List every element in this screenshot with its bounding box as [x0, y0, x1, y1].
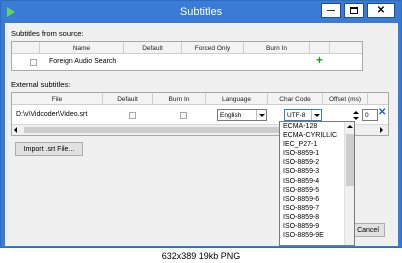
- charcode-select[interactable]: UTF-8: [284, 109, 322, 121]
- chevron-down-icon: [313, 113, 320, 117]
- source-subtitles-table: Name Default Forced Only Burn In Foreign…: [11, 41, 363, 71]
- charcode-option[interactable]: ISO-8859-9: [280, 222, 354, 231]
- remove-subtitle-icon[interactable]: ✕: [378, 107, 386, 118]
- language-select[interactable]: English: [217, 109, 267, 121]
- source-header-burnin[interactable]: Burn In: [244, 42, 310, 54]
- charcode-select-value: UTF-8: [287, 111, 306, 119]
- close-button[interactable]: ✕: [367, 3, 395, 18]
- charcode-option[interactable]: ISO-8859-6: [280, 195, 354, 204]
- close-icon: ✕: [376, 5, 386, 16]
- source-header-forced[interactable]: Forced Only: [182, 42, 244, 54]
- external-burnin-checkbox[interactable]: [180, 112, 187, 119]
- charcode-option[interactable]: ISO-8859-7: [280, 204, 354, 213]
- charcode-option[interactable]: ECMA-128: [280, 122, 354, 131]
- charcode-options: ECMA-128 ECMA-CYRILLIC IEC_P27-1 ISO-8859-1…: [280, 122, 354, 240]
- charcode-option[interactable]: ISO-8859-4: [280, 177, 354, 186]
- external-row-file: D:\v\Vidcoder\Video.srt: [16, 111, 88, 118]
- language-dropdown-arrow[interactable]: [256, 110, 266, 120]
- minimize-button[interactable]: —: [321, 3, 341, 18]
- external-header-end: [368, 93, 388, 105]
- external-header-burnin[interactable]: Burn In: [153, 93, 206, 105]
- source-table-header: Name Default Forced Only Burn In: [12, 42, 362, 54]
- charcode-option[interactable]: ISO-8859-3: [280, 167, 354, 176]
- spin-down-icon[interactable]: [353, 116, 359, 120]
- external-header-offset[interactable]: Offset (ms): [323, 93, 368, 105]
- cancel-button[interactable]: Cancel: [351, 223, 385, 237]
- charcode-dropdown-list[interactable]: ECMA-128 ECMA-CYRILLIC IEC_P27-1 ISO-8859-1…: [279, 121, 355, 246]
- scroll-left-icon[interactable]: [14, 127, 17, 133]
- title-bar[interactable]: Subtitles — ✕: [1, 1, 401, 23]
- external-header-charcode[interactable]: Char Code: [268, 93, 323, 105]
- import-srt-button[interactable]: Import .srt File...: [15, 142, 83, 156]
- charcode-option[interactable]: ISO-8859-2: [280, 158, 354, 167]
- status-bar: 632x389 19kb PNG: [0, 248, 402, 263]
- charcode-option[interactable]: ECMA-CYRILLIC: [280, 131, 354, 140]
- source-header-name[interactable]: Name: [40, 42, 124, 54]
- scroll-right-icon[interactable]: [380, 127, 383, 133]
- minimize-icon: —: [327, 5, 335, 15]
- charcode-option[interactable]: ISO-8859-9E: [280, 231, 354, 240]
- maximize-icon: [350, 7, 358, 14]
- offset-value: 0: [365, 111, 369, 119]
- spin-up-icon[interactable]: [353, 110, 359, 114]
- charcode-option[interactable]: ISO-8859-5: [280, 186, 354, 195]
- dropdown-scroll-thumb[interactable]: [346, 134, 354, 186]
- source-header-end: [330, 42, 362, 54]
- charcode-dropdown-arrow[interactable]: [311, 110, 321, 120]
- maximize-button[interactable]: [344, 3, 364, 18]
- window-title: Subtitles: [179, 6, 223, 18]
- charcode-option[interactable]: ISO-8859-8: [280, 213, 354, 222]
- chevron-down-icon: [258, 113, 265, 117]
- charcode-option[interactable]: IEC_P27-1: [280, 140, 354, 149]
- external-header-file[interactable]: File: [12, 93, 103, 105]
- add-icon[interactable]: +: [316, 53, 323, 67]
- external-header-default[interactable]: Default: [103, 93, 153, 105]
- dropdown-scrollbar[interactable]: [344, 122, 354, 245]
- offset-stepper[interactable]: 0: [362, 109, 378, 121]
- language-select-value: English: [220, 111, 242, 119]
- source-row-checkbox[interactable]: [30, 59, 37, 66]
- source-header-check: [12, 42, 40, 54]
- charcode-option[interactable]: ISO-8859-1: [280, 149, 354, 158]
- external-default-checkbox[interactable]: [129, 112, 136, 119]
- external-header-language[interactable]: Language: [206, 93, 268, 105]
- source-row-name: Foreign Audio Search: [49, 58, 117, 65]
- scroll-up-icon[interactable]: [347, 125, 353, 128]
- source-section-label: Subtitles from source:: [11, 29, 84, 38]
- offset-spin-buttons[interactable]: [352, 109, 360, 121]
- source-header-default[interactable]: Default: [124, 42, 182, 54]
- external-section-label: External subtitles:: [11, 80, 71, 89]
- external-table-header: File Default Burn In Language Char Code …: [12, 93, 388, 105]
